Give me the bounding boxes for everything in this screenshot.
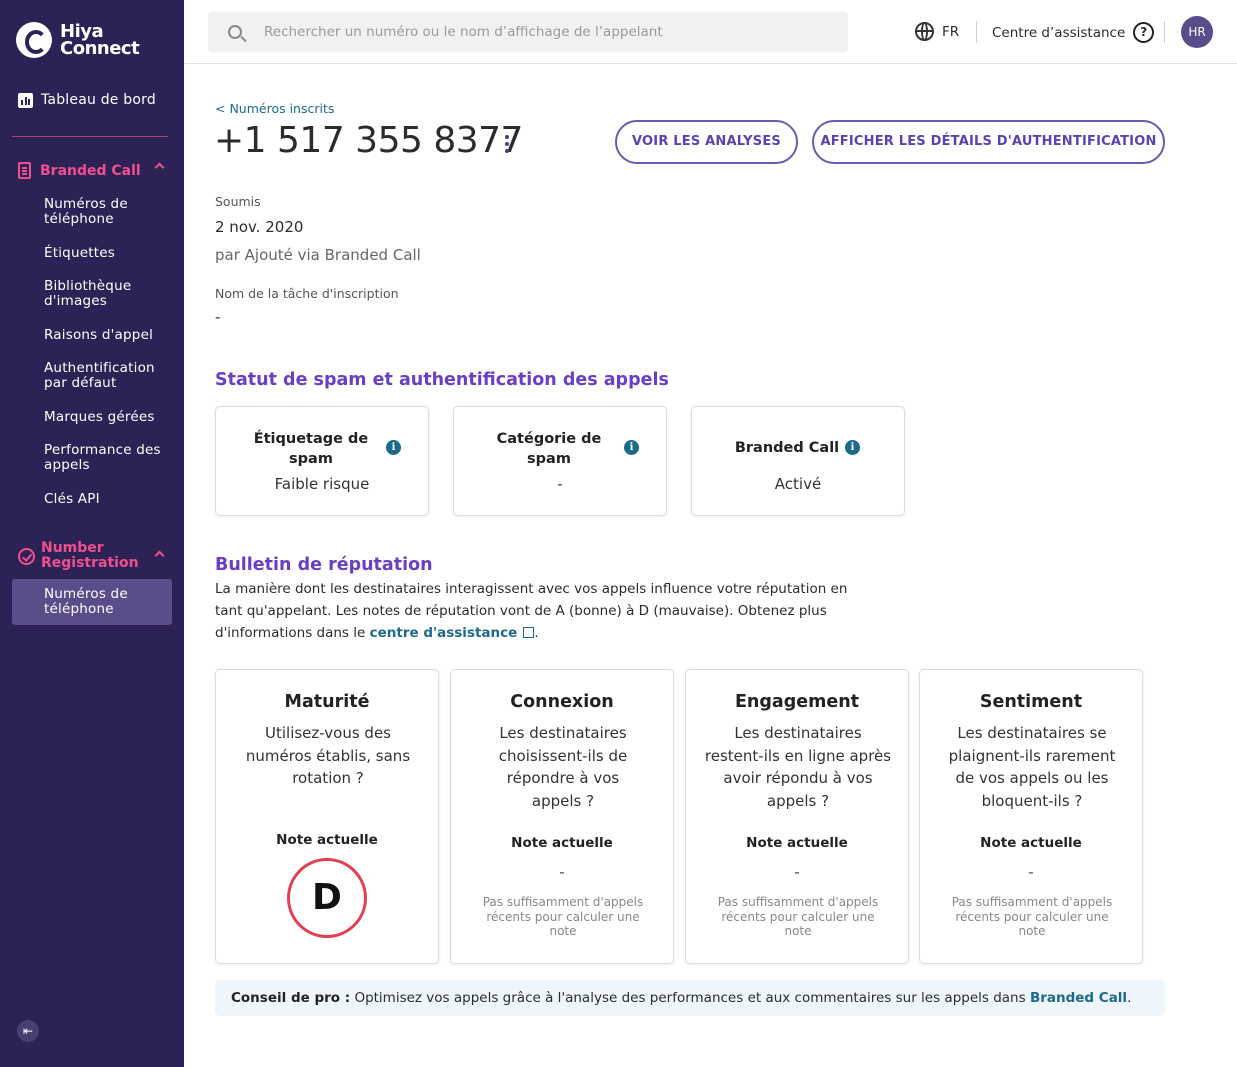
rep-card-maturity: Maturité Utilisez-vous des numéros établ… — [215, 669, 439, 964]
card-value: Faible risque — [274, 475, 370, 493]
card-value: - — [557, 475, 563, 493]
card-title: Engagement — [734, 692, 860, 712]
sidebar-item-labels[interactable]: Étiquettes — [44, 246, 172, 261]
grade-value: - — [559, 863, 565, 881]
globe-icon — [915, 22, 934, 41]
sidebar-item-default-auth[interactable]: Authentification par défaut — [44, 361, 172, 391]
submitted-date: 2 nov. 2020 — [215, 218, 304, 236]
logo[interactable]: Hiya Connect — [16, 21, 140, 59]
card-question: Les destinataires se plaignent-ils rarem… — [948, 724, 1116, 810]
info-icon[interactable]: i — [624, 440, 639, 455]
grade-badge: D — [287, 858, 367, 938]
rep-card-connection: Connexion Les destinataires choisissent-… — [450, 669, 674, 964]
card-title: Connexion — [510, 692, 614, 712]
current-grade-label: Note actuelle — [276, 832, 378, 848]
sidebar-item-registration-phone-numbers[interactable]: Numéros de téléphone — [44, 587, 172, 617]
collapse-icon[interactable]: ⇤ — [17, 1020, 39, 1042]
back-link[interactable]: < Numéros inscrits — [215, 101, 334, 116]
status-section-title: Statut de spam et authentification des a… — [215, 370, 669, 390]
kebab-icon[interactable] — [505, 135, 509, 153]
sidebar-item-image-library[interactable]: Bibliothèque d'images — [44, 279, 172, 309]
divider — [1164, 21, 1165, 43]
card-question: Les destinataires choisissent-ils de rép… — [498, 724, 628, 810]
submitted-by: par Ajouté via Branded Call — [215, 246, 421, 264]
section-label: Number Registration — [41, 540, 139, 571]
reputation-section-title: Bulletin de réputation — [215, 555, 433, 575]
logo-icon — [16, 22, 52, 58]
search-input[interactable] — [264, 24, 824, 40]
auth-details-button[interactable]: AFFICHER LES DÉTAILS D'AUTHENTIFICATION — [812, 120, 1165, 164]
sidebar-item-dashboard[interactable]: Tableau de bord — [18, 92, 156, 108]
card-question: Utilisez-vous des numéros établis, sans … — [245, 724, 411, 787]
badge-check-icon — [18, 547, 35, 565]
pro-tip-link[interactable]: Branded Call — [1030, 990, 1127, 1006]
help-label: Centre d’assistance — [992, 24, 1126, 41]
section-label: Branded Call — [40, 162, 141, 179]
view-analytics-button[interactable]: VOIR LES ANALYSES — [615, 120, 798, 164]
help-icon: ? — [1133, 22, 1155, 43]
status-card-branded-call: Branded Call i Activé — [691, 406, 905, 516]
logo-text: Hiya Connect — [60, 21, 140, 59]
grade-note: Pas suffisamment d'appels récents pour c… — [951, 895, 1113, 938]
dashboard-icon — [18, 92, 33, 108]
info-icon[interactable]: i — [845, 440, 860, 455]
phone-icon — [18, 162, 31, 179]
card-title: Maturité — [284, 692, 370, 712]
rep-card-sentiment: Sentiment Les destinataires se plaignent… — [919, 669, 1143, 964]
pro-tip-text: Optimisez vos appels grâce à l'analyse d… — [350, 990, 1030, 1006]
card-title: Catégorie de spam — [496, 431, 602, 467]
card-question: Les destinataires restent-ils en ligne a… — [704, 724, 892, 810]
grade-note: Pas suffisamment d'appels récents pour c… — [717, 895, 879, 938]
sidebar-item-api-keys[interactable]: Clés API — [44, 492, 172, 507]
current-grade-label: Note actuelle — [511, 835, 613, 851]
status-card-spam-category: Catégorie de spam i - — [453, 406, 667, 516]
sidebar: Hiya Connect Tableau de bord Branded Cal… — [0, 0, 184, 1067]
chevron-up-icon — [154, 550, 165, 561]
language-label: FR — [942, 23, 960, 40]
grade-value: - — [794, 863, 800, 881]
sidebar-item-call-performance[interactable]: Performance des appels — [44, 443, 172, 473]
divider — [976, 21, 977, 43]
current-grade-label: Note actuelle — [980, 835, 1082, 851]
page-title: +1 517 355 8377 — [214, 120, 523, 161]
sidebar-item-label: Tableau de bord — [41, 92, 156, 108]
submitted-label: Soumis — [215, 194, 261, 209]
search-bar — [208, 12, 848, 52]
card-title: Étiquetage de spam — [253, 431, 369, 467]
help-center-link[interactable]: Centre d’assistance ? — [992, 22, 1155, 43]
status-card-spam-label: Étiquetage de spam i Faible risque — [215, 406, 429, 516]
sidebar-item-branded-phone-numbers[interactable]: Numéros de téléphone — [44, 197, 172, 227]
task-label: Nom de la tâche d'inscription — [215, 286, 399, 301]
chevron-up-icon — [154, 162, 165, 173]
rep-card-engagement: Engagement Les destinataires restent-ils… — [685, 669, 909, 964]
sidebar-item-managed-brands[interactable]: Marques gérées — [44, 410, 172, 425]
search-icon — [228, 25, 242, 39]
external-link-icon[interactable] — [523, 627, 535, 638]
avatar[interactable]: HR — [1181, 16, 1213, 48]
reputation-description: La manière dont les destinataires intera… — [215, 581, 848, 641]
sidebar-divider — [12, 136, 168, 137]
task-value: - — [215, 308, 221, 326]
topbar: FR Centre d’assistance ? HR — [184, 0, 1237, 64]
grade-note: Pas suffisamment d'appels récents pour c… — [482, 895, 644, 938]
sidebar-item-call-reasons[interactable]: Raisons d'appel — [44, 328, 172, 343]
grade-value: - — [1028, 863, 1034, 881]
current-grade-label: Note actuelle — [746, 835, 848, 851]
language-selector[interactable]: FR — [915, 22, 959, 41]
card-value: Activé — [774, 475, 822, 493]
info-icon[interactable]: i — [386, 440, 401, 455]
section-branded-call[interactable]: Branded Call — [18, 162, 165, 179]
pro-tip-banner: Conseil de pro : Optimisez vos appels gr… — [215, 980, 1165, 1016]
pro-tip-label: Conseil de pro : — [231, 990, 351, 1006]
card-title: Sentiment — [979, 692, 1083, 712]
section-number-registration[interactable]: Number Registration — [18, 540, 165, 571]
help-center-inline-link[interactable]: centre d'assistance — [370, 625, 518, 641]
